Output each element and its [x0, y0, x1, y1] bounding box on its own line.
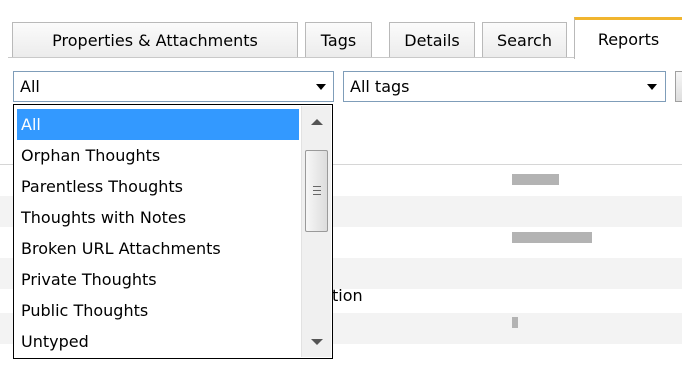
tab-details[interactable]: Details [389, 22, 475, 57]
value-bar [512, 174, 559, 185]
grip-line [313, 186, 321, 187]
option-parentless-thoughts[interactable]: Parentless Thoughts [17, 171, 299, 202]
option-untyped[interactable]: Untyped [17, 326, 299, 357]
chevron-down-icon [316, 84, 326, 90]
grip-line [313, 190, 321, 191]
option-thoughts-with-notes[interactable]: Thoughts with Notes [17, 202, 299, 233]
scroll-down-icon[interactable] [311, 339, 323, 345]
tab-bar: Properties & Attachments Tags Details Se… [0, 0, 682, 59]
option-broken-url-attachments[interactable]: Broken URL Attachments [17, 233, 299, 264]
chevron-down-icon [647, 84, 657, 90]
row-text: tion [332, 286, 363, 305]
option-all[interactable]: All [17, 109, 299, 140]
value-bar [512, 232, 592, 243]
option-orphan-thoughts[interactable]: Orphan Thoughts [17, 140, 299, 171]
option-private-thoughts[interactable]: Private Thoughts [17, 264, 299, 295]
report-type-value: All [20, 77, 40, 96]
dropdown-scrollbar[interactable] [301, 106, 331, 357]
report-type-select[interactable]: All [13, 71, 334, 102]
tab-tags[interactable]: Tags [305, 22, 372, 57]
tag-filter-select[interactable]: All tags [343, 71, 666, 102]
scrollbar-thumb[interactable] [305, 150, 328, 232]
extra-button[interactable] [675, 71, 682, 102]
option-public-thoughts[interactable]: Public Thoughts [17, 295, 299, 326]
tab-properties-attachments[interactable]: Properties & Attachments [12, 22, 298, 57]
grip-line [313, 194, 321, 195]
report-type-dropdown[interactable]: All Orphan Thoughts Parentless Thoughts … [13, 104, 333, 359]
tag-filter-value: All tags [350, 77, 410, 96]
tab-reports[interactable]: Reports [574, 17, 682, 59]
tab-search[interactable]: Search [482, 22, 567, 57]
scroll-up-icon[interactable] [311, 119, 323, 125]
value-bar [512, 317, 518, 328]
